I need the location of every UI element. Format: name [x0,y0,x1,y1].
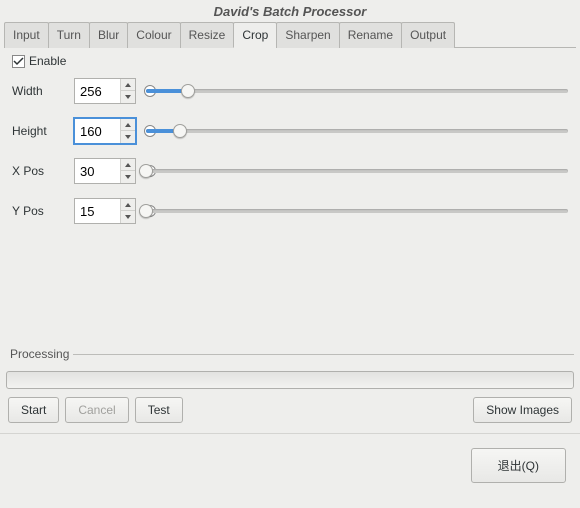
tab-crop[interactable]: Crop [233,22,277,48]
xpos-spin-buttons [120,159,135,183]
tab-input[interactable]: Input [4,22,49,48]
xpos-row: X Pos [12,158,568,184]
processing-label: Processing [6,347,73,361]
xpos-spinner [74,158,136,184]
chevron-down-icon [125,215,131,219]
height-spinner [74,118,136,144]
chevron-up-icon [125,123,131,127]
height-input[interactable] [75,119,120,143]
width-label: Width [12,84,68,98]
width-spinner [74,78,136,104]
chevron-up-icon [125,163,131,167]
width-row: Width [12,78,568,104]
footer: 退出(Q) [0,433,580,493]
ypos-step-down[interactable] [121,211,135,223]
ypos-spin-buttons [120,199,135,223]
enable-row: Enable [12,54,568,68]
cancel-button[interactable]: Cancel [65,397,128,423]
width-input[interactable] [75,79,120,103]
ypos-input[interactable] [75,199,120,223]
crop-panel: Enable Width Height [4,48,576,350]
tab-colour[interactable]: Colour [127,22,180,48]
ypos-slider[interactable] [146,201,568,221]
height-row: Height [12,118,568,144]
xpos-slider[interactable] [146,161,568,181]
height-step-down[interactable] [121,131,135,143]
enable-checkbox[interactable] [12,55,25,68]
ypos-step-up[interactable] [121,199,135,211]
quit-button[interactable]: 退出(Q) [471,448,566,483]
action-button-row: Start Cancel Test Show Images [6,397,574,429]
tab-rename[interactable]: Rename [339,22,402,48]
tab-resize[interactable]: Resize [180,22,235,48]
test-button[interactable]: Test [135,397,183,423]
xpos-input[interactable] [75,159,120,183]
tab-output[interactable]: Output [401,22,455,48]
chevron-down-icon [125,175,131,179]
enable-label: Enable [29,54,66,68]
width-step-up[interactable] [121,79,135,91]
xpos-step-up[interactable] [121,159,135,171]
chevron-down-icon [125,95,131,99]
width-spin-buttons [120,79,135,103]
ypos-spinner [74,198,136,224]
height-step-up[interactable] [121,119,135,131]
height-slider[interactable] [146,121,568,141]
chevron-up-icon [125,83,131,87]
tab-blur[interactable]: Blur [89,22,128,48]
tab-bar: Input Turn Blur Colour Resize Crop Sharp… [4,21,576,48]
show-images-button[interactable]: Show Images [473,397,572,423]
chevron-up-icon [125,203,131,207]
xpos-step-down[interactable] [121,171,135,183]
spacer [189,397,468,423]
height-label: Height [12,124,68,138]
ypos-row: Y Pos [12,198,568,224]
xpos-label: X Pos [12,164,68,178]
height-spin-buttons [120,119,135,143]
width-step-down[interactable] [121,91,135,103]
ypos-label: Y Pos [12,204,68,218]
window-title: David's Batch Processor [0,0,580,21]
processing-frame: Processing Start Cancel Test Show Images [6,354,574,429]
width-slider[interactable] [146,81,568,101]
chevron-down-icon [125,135,131,139]
check-icon [13,56,24,67]
tab-turn[interactable]: Turn [48,22,90,48]
progress-bar [6,371,574,389]
start-button[interactable]: Start [8,397,59,423]
tab-sharpen[interactable]: Sharpen [276,22,339,48]
